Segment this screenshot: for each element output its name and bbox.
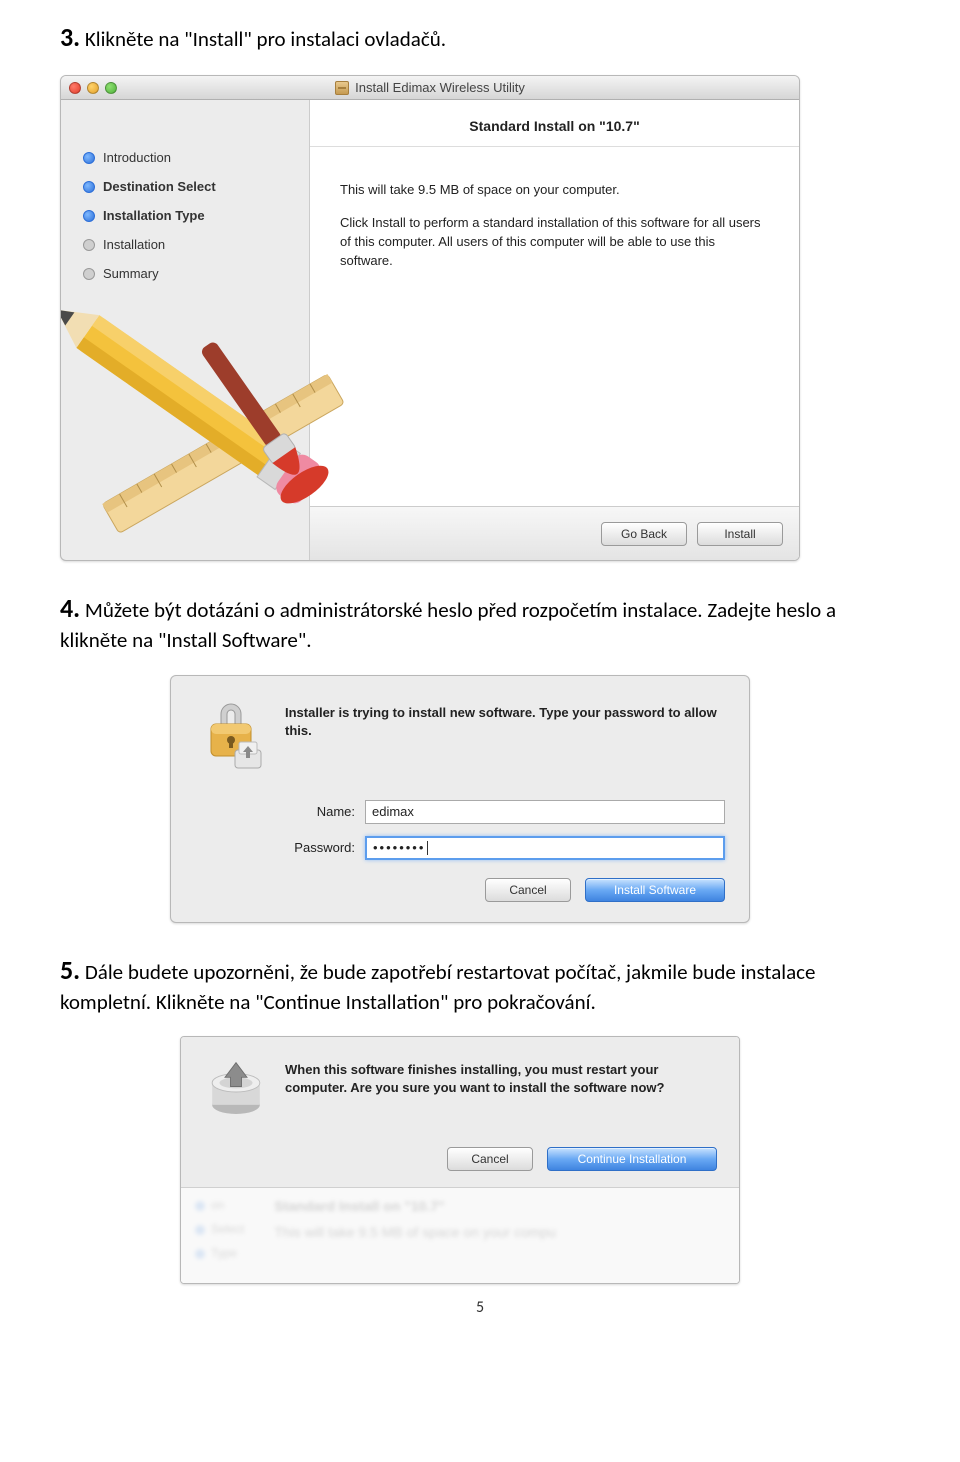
- step-label: Summary: [103, 266, 159, 281]
- step-5-body: Dále budete upozorněni, že bude zapotřeb…: [60, 959, 815, 1015]
- name-row: Name: edimax: [195, 800, 725, 824]
- step-5-number: 5.: [60, 954, 80, 986]
- background-fade: [181, 1188, 739, 1283]
- step-4-number: 4.: [60, 592, 80, 624]
- auth-buttons: Cancel Install Software: [195, 878, 725, 902]
- name-label: Name:: [195, 804, 365, 819]
- installer-heading: Standard Install on "10.7": [310, 100, 799, 147]
- go-back-button[interactable]: Go Back: [601, 522, 687, 546]
- sidebar-step-installation-type: Installation Type: [83, 208, 297, 223]
- window-titlebar: Install Edimax Wireless Utility: [61, 76, 799, 100]
- installer-content: This will take 9.5 MB of space on your c…: [310, 147, 799, 506]
- step-label: Installation Type: [103, 208, 205, 223]
- step-bullet-icon: [83, 152, 95, 164]
- installer-steps-list: Introduction Destination Select Installa…: [83, 150, 297, 281]
- installer-window: Install Edimax Wireless Utility Introduc…: [60, 75, 800, 561]
- window-title: Install Edimax Wireless Utility: [61, 80, 799, 95]
- step-label: Installation: [103, 237, 165, 252]
- step-3-number: 3.: [60, 21, 80, 53]
- sidebar-step-destination: Destination Select: [83, 179, 297, 194]
- window-title-text: Install Edimax Wireless Utility: [355, 80, 525, 95]
- installer-sidebar: Introduction Destination Select Installa…: [61, 100, 309, 560]
- step-4-body: Můžete být dotázáni o administrátorské h…: [60, 597, 836, 653]
- auth-message: Installer is trying to install new softw…: [285, 700, 725, 740]
- password-value: ••••••••: [373, 840, 425, 855]
- auth-header-row: Installer is trying to install new softw…: [195, 700, 725, 772]
- sheet-background: on Select Type Standard Install on "10.7…: [181, 1187, 739, 1283]
- installer-body-line2: Click Install to perform a standard inst…: [340, 214, 769, 271]
- continue-installation-button[interactable]: Continue Installation: [547, 1147, 717, 1171]
- step-5-text: 5. Dále budete upozorněni, že bude zapot…: [60, 953, 900, 1016]
- sheet-panel: When this software finishes installing, …: [181, 1037, 739, 1187]
- window-zoom-button[interactable]: [105, 82, 117, 94]
- auth-dialog: Installer is trying to install new softw…: [170, 675, 750, 923]
- window-close-button[interactable]: [69, 82, 81, 94]
- sheet-header-row: When this software finishes installing, …: [203, 1059, 717, 1125]
- step-bullet-icon: [83, 268, 95, 280]
- step-bullet-icon: [83, 181, 95, 193]
- step-bullet-icon: [83, 239, 95, 251]
- password-input[interactable]: ••••••••: [365, 836, 725, 860]
- lock-icon: [195, 700, 267, 772]
- installer-footer: Go Back Install: [310, 506, 799, 560]
- install-software-button[interactable]: Install Software: [585, 878, 725, 902]
- window-minimize-button[interactable]: [87, 82, 99, 94]
- step-bullet-icon: [83, 210, 95, 222]
- installer-body: Introduction Destination Select Installa…: [61, 100, 799, 560]
- installer-body-line1: This will take 9.5 MB of space on your c…: [340, 181, 769, 200]
- cancel-button[interactable]: Cancel: [485, 878, 571, 902]
- package-icon: [335, 81, 349, 95]
- hard-drive-icon: [203, 1059, 269, 1125]
- restart-message: When this software finishes installing, …: [285, 1059, 717, 1097]
- installer-main: Standard Install on "10.7" This will tak…: [309, 100, 799, 560]
- sheet-buttons: Cancel Continue Installation: [203, 1147, 717, 1171]
- sidebar-step-introduction: Introduction: [83, 150, 297, 165]
- page-number: 5: [60, 1298, 900, 1317]
- step-3-text: 3. Klikněte na "Install" pro instalaci o…: [60, 20, 900, 55]
- step-4-text: 4. Můžete být dotázáni o administrátorsk…: [60, 591, 900, 654]
- install-button[interactable]: Install: [697, 522, 783, 546]
- step-label: Introduction: [103, 150, 171, 165]
- password-row: Password: ••••••••: [195, 836, 725, 860]
- sidebar-step-installation: Installation: [83, 237, 297, 252]
- name-value: edimax: [372, 804, 414, 819]
- text-caret-icon: [427, 841, 428, 855]
- restart-warning-dialog: When this software finishes installing, …: [180, 1036, 740, 1284]
- step-3-body: Klikněte na "Install" pro instalaci ovla…: [85, 26, 446, 52]
- step-label: Destination Select: [103, 179, 216, 194]
- sidebar-step-summary: Summary: [83, 266, 297, 281]
- cancel-button[interactable]: Cancel: [447, 1147, 533, 1171]
- password-label: Password:: [195, 840, 365, 855]
- name-input[interactable]: edimax: [365, 800, 725, 824]
